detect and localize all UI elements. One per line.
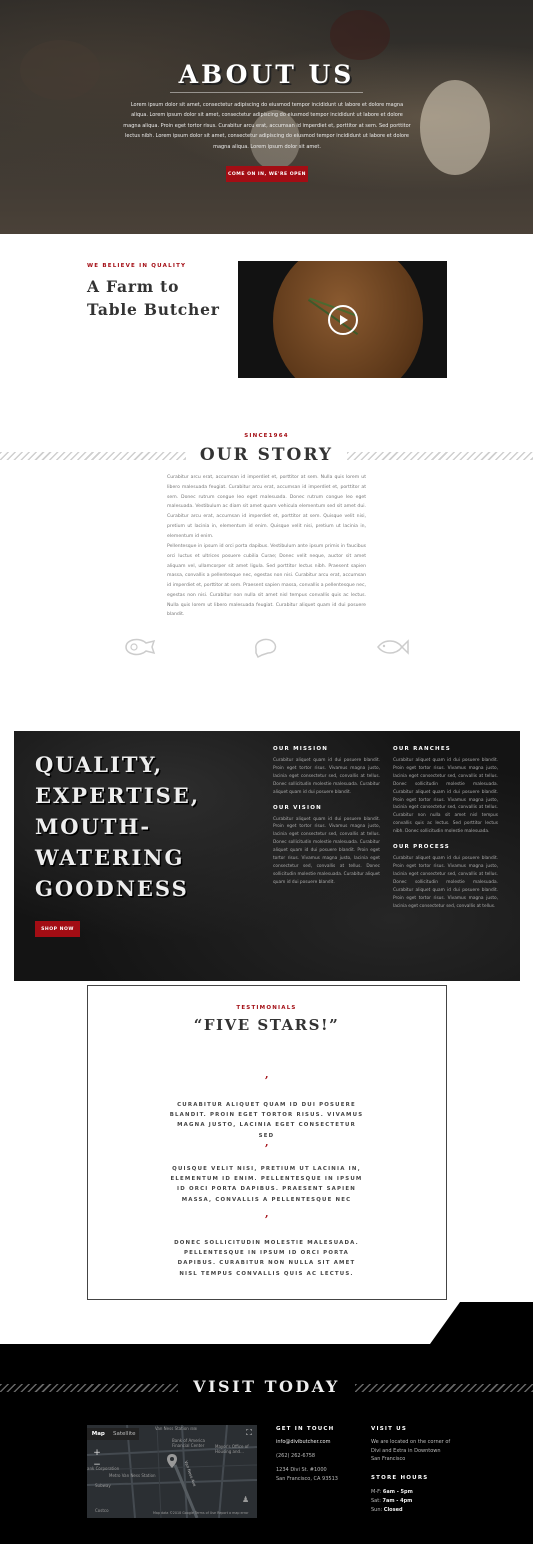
farm-title: A Farm to Table Butcher (87, 277, 220, 319)
zoom-in-button[interactable]: + (92, 1448, 102, 1458)
quality-heading: QUALITY, EXPERTISE, MOUTH-WATERING GOODN… (35, 752, 201, 901)
mission-column: OUR MISSION Curabitur aliquet quam id du… (273, 746, 380, 887)
story-kicker: SINCE1964 (244, 433, 289, 439)
contact-title: GET IN TOUCH (276, 1426, 335, 1432)
email-link[interactable]: info@divibutcher.com (276, 1438, 330, 1447)
angled-divider-shape (430, 1302, 533, 1344)
play-icon[interactable] (328, 305, 358, 335)
quote-icon: ’ (264, 1142, 269, 1155)
testimonials-title: “FIVE STARS!” (193, 1016, 340, 1034)
mission-title: OUR MISSION (273, 746, 329, 752)
location-map[interactable]: Map Satellite ⛶ + − ♟ Van Ness Station ⊟… (87, 1425, 257, 1518)
hero-paragraph: Lorem ipsum dolor sit amet, consectetur … (123, 102, 411, 150)
story-paragraph-2: Pellentesque in ipsum id orci porta dapi… (167, 544, 366, 618)
farm-kicker: WE BELIEVE IN QUALITY (87, 263, 187, 269)
map-label: Van Ness Station ⊟⊞ (155, 1426, 197, 1431)
testimonials-section: TESTIMONIALS “FIVE STARS!” ’ CURABITUR A… (87, 985, 447, 1300)
map-label: Mayor's Office of Housing and... (215, 1444, 249, 1454)
testimonials-kicker: TESTIMONIALS (236, 1005, 297, 1011)
map-label: Costco (95, 1508, 109, 1513)
process-text: Curabitur aliquet quam id dui posuere bl… (393, 856, 498, 909)
hours-day: Sun: (371, 1507, 383, 1513)
satellite-tab[interactable]: Satellite (110, 1428, 139, 1440)
hours-day: Sat: (371, 1498, 381, 1504)
testimonial-quote-3: DONEC SOLLICITUDIN MOLESTIE MALESUADA. P… (174, 1240, 359, 1277)
hours-day: M-F: (371, 1489, 382, 1495)
map-pin-icon[interactable] (167, 1453, 177, 1468)
vision-text: Curabitur aliquet quam id dui posuere bl… (273, 816, 380, 885)
phone-link[interactable]: (262) 262-6758 (276, 1452, 315, 1461)
visit-us-title: VISIT US (371, 1426, 408, 1432)
title-divider (170, 92, 363, 93)
street-view-icon[interactable]: ♟ (242, 1495, 249, 1504)
ham-icon (125, 638, 156, 656)
hero-background-image (330, 10, 390, 60)
store-hours-title: STORE HOURS (371, 1475, 429, 1481)
farm-video[interactable] (238, 261, 447, 378)
fish-icon (377, 639, 409, 655)
testimonial-quote-1: CURABITUR ALIQUET QUAM ID DUI POSUERE BL… (169, 1102, 364, 1139)
story-title: OUR STORY (199, 445, 334, 465)
ranches-title: OUR RANCHES (393, 746, 451, 752)
address-line-1: 1234 Divi St. #1000 (276, 1467, 327, 1473)
map-label: ank Corporation (87, 1466, 120, 1471)
map-label: Subway (95, 1483, 111, 1488)
visit-title: VISIT TODAY (193, 1377, 340, 1396)
vision-title: OUR VISION (273, 804, 322, 811)
mission-text: Curabitur aliquet quam id dui posuere bl… (273, 758, 380, 795)
process-title: OUR PROCESS (393, 844, 450, 851)
quote-icon: ’ (264, 1213, 269, 1226)
quote-icon: ’ (264, 1074, 269, 1087)
hours-row: Sat: 7am - 4pm (371, 1497, 412, 1506)
map-tabs: Map Satellite (87, 1428, 139, 1440)
map-label: Bank of America Financial Center (172, 1438, 205, 1448)
hours-row: Sun: Closed (371, 1506, 403, 1515)
testimonial-quote-2: QUISQUE VELIT NISI, PRETIUM UT LACINIA I… (170, 1166, 363, 1203)
visit-us-text: We are located on the corner of Divi and… (371, 1439, 451, 1463)
hero-open-button[interactable]: COME ON IN, WE'RE OPEN (226, 166, 308, 182)
map-label: Metro Van Ness Station (109, 1473, 156, 1478)
shop-now-button[interactable]: SHOP NOW (35, 921, 80, 937)
hours-time: Closed (383, 1507, 403, 1513)
chicken-drumstick-icon (255, 638, 277, 659)
hero-background-image-detail (420, 80, 490, 175)
hero-section: ABOUT US Lorem ipsum dolor sit amet, con… (0, 0, 533, 234)
story-paragraph-1: Curabitur arcu erat, accumsan id imperdi… (167, 475, 366, 539)
map-tab[interactable]: Map (87, 1428, 110, 1440)
map-attribution: Map data ©2018 Google Terms of Use Repor… (153, 1511, 249, 1515)
quality-section: QUALITY, EXPERTISE, MOUTH-WATERING GOODN… (14, 731, 520, 981)
page-title: ABOUT US (178, 60, 355, 89)
hours-row: M-F: 6am - 5pm (371, 1488, 413, 1497)
hours-time: 7am - 4pm (382, 1498, 413, 1504)
ranches-column: OUR RANCHES Curabitur aliquet quam id du… (393, 746, 498, 910)
address-line-2: San Francisco, CA 93513 (276, 1475, 338, 1482)
visit-section: VISIT TODAY GET IN TOUCH info@divibutche… (0, 1344, 533, 1544)
fullscreen-icon[interactable]: ⛶ (244, 1428, 254, 1438)
ranches-text: Curabitur aliquet quam id dui posuere bl… (393, 758, 498, 835)
hours-time: 6am - 5pm (382, 1489, 413, 1495)
